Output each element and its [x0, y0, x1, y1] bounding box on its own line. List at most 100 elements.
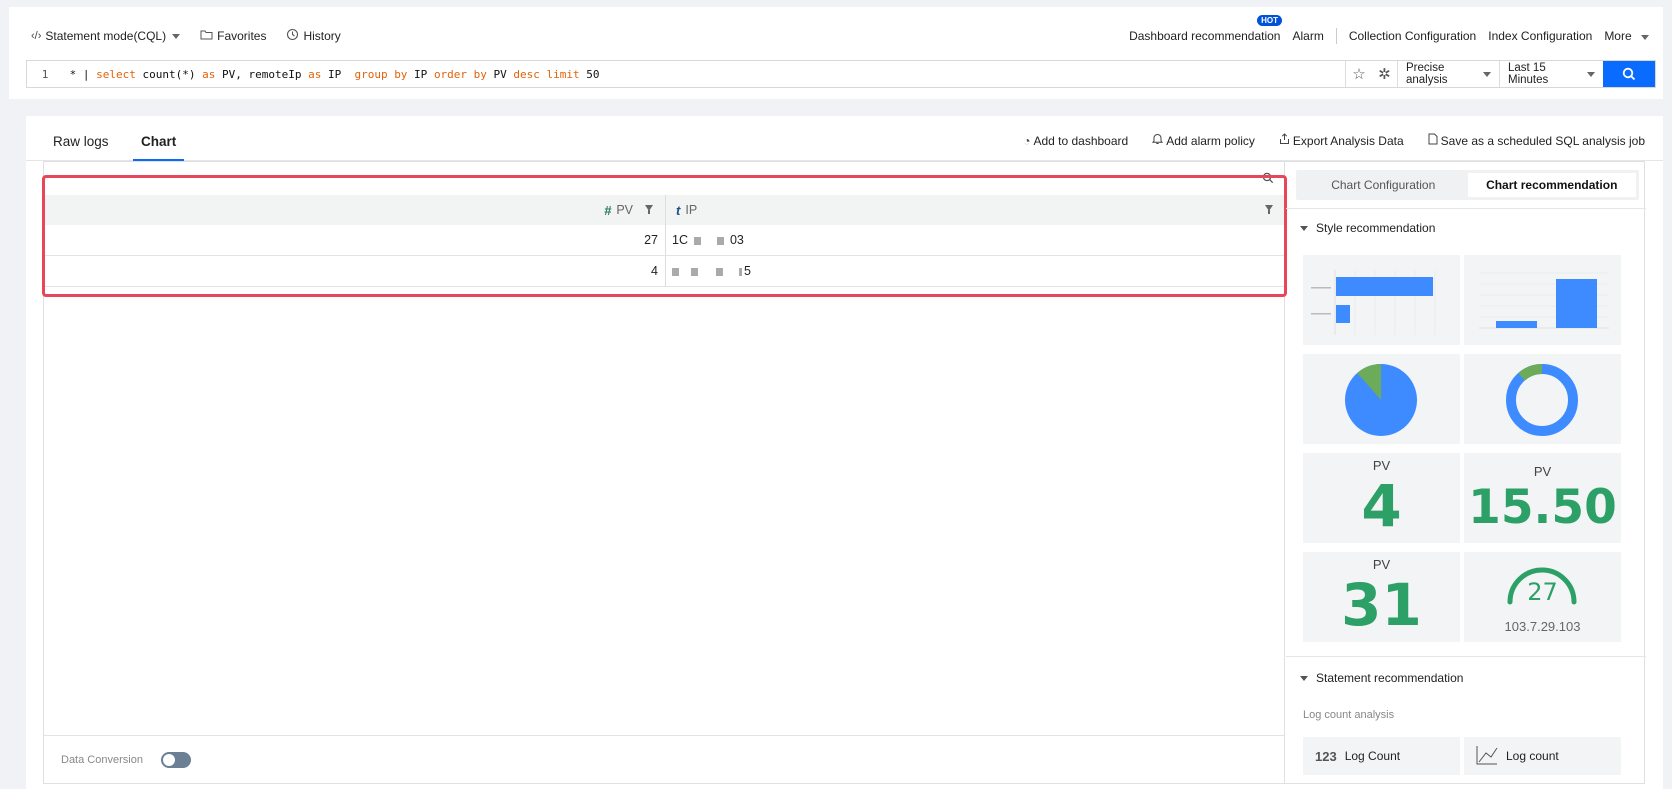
redacted-block: [716, 267, 723, 276]
column-name-ip: IP: [685, 203, 698, 217]
collapse-icon: [1300, 225, 1308, 231]
side-panel-tabs: Chart Configuration Chart recommendation: [1296, 170, 1639, 200]
add-to-dashboard-button[interactable]: ◔ Add to dashboard: [1023, 134, 1128, 148]
divider: [1286, 656, 1646, 657]
query-text: * | select count(*) as PV, remoteIp as I…: [63, 67, 600, 81]
column-header-ip[interactable]: t IP: [666, 195, 1285, 225]
redacted-block: [739, 267, 742, 276]
history-icon: [286, 28, 299, 44]
result-table-area: # PV t IP 27 1C 03 4 5 Data Conversion: [42, 162, 1287, 783]
gauge-value: 27: [1527, 578, 1558, 606]
settings-icon[interactable]: ✲: [1378, 65, 1391, 83]
add-to-dashboard-label: Add to dashboard: [1033, 133, 1129, 148]
statement-recommendation-header[interactable]: Statement recommendation: [1300, 671, 1463, 685]
style-recommendation-header[interactable]: Style recommendation: [1300, 221, 1435, 235]
data-conversion-toggle[interactable]: [160, 751, 191, 768]
table-header: # PV t IP: [44, 195, 1285, 225]
vertical-bar-chart-card[interactable]: [1464, 255, 1621, 345]
statement-mode-label: Statement mode(CQL): [45, 29, 167, 43]
export-icon: [1279, 133, 1290, 148]
search-button[interactable]: [1603, 61, 1655, 87]
vertical-bar-thumbnail: [1479, 272, 1609, 329]
code-icon: ‹/›: [31, 30, 42, 42]
time-range-value: Last 15 Minutes: [1508, 62, 1549, 86]
query-bar: 1 * | select count(*) as PV, remoteIp as…: [26, 60, 1656, 88]
chevron-down-icon: [1587, 71, 1595, 77]
save-scheduled-sql-button[interactable]: Save as a scheduled SQL analysis job: [1428, 133, 1645, 148]
metric-label: PV: [1372, 458, 1391, 473]
data-conversion-label: Data Conversion: [61, 753, 143, 766]
filter-icon[interactable]: [645, 205, 653, 214]
log-count-label: Log count: [1506, 749, 1559, 763]
star-icon[interactable]: ☆: [1352, 65, 1365, 83]
analysis-panel: Raw logs Chart ◔ Add to dashboard Add al…: [26, 116, 1663, 789]
chevron-down-icon: [1641, 35, 1649, 40]
metric-card[interactable]: PV 31: [1303, 552, 1460, 642]
donut-chart-card[interactable]: [1464, 354, 1621, 444]
chevron-down-icon: [1483, 71, 1491, 77]
alarm-link[interactable]: Alarm: [1292, 29, 1323, 43]
bell-icon: [1152, 133, 1164, 148]
chevron-down-icon: [172, 33, 181, 39]
query-editor[interactable]: 1 * | select count(*) as PV, remoteIp as…: [27, 61, 1345, 87]
redacted-block: [716, 236, 724, 245]
chart-side-panel: Chart Configuration Chart recommendation…: [1286, 162, 1646, 783]
statement-mode-dropdown[interactable]: ‹/› Statement mode(CQL): [31, 29, 181, 43]
ip-suffix: 03: [729, 233, 744, 247]
more-label: More: [1604, 29, 1632, 43]
analysis-mode-select[interactable]: Precise analysis: [1397, 61, 1499, 87]
metric-value: 31: [1341, 571, 1422, 639]
collapse-icon: [1300, 675, 1308, 681]
dashboard-recommendation-link[interactable]: Dashboard recommendation HOT: [1129, 15, 1282, 43]
filter-icon[interactable]: [1265, 205, 1273, 214]
query-icon-group: ☆ ✲: [1345, 61, 1397, 87]
more-dropdown[interactable]: More: [1604, 29, 1649, 43]
line-number: 1: [41, 67, 49, 81]
table-row[interactable]: 4 5: [44, 256, 1285, 287]
tab-chart[interactable]: Chart: [141, 134, 176, 149]
divider: [1286, 208, 1646, 209]
tab-raw-logs[interactable]: Raw logs: [53, 134, 109, 149]
chart-content: # PV t IP 27 1C 03 4 5 Data Conversion C…: [42, 161, 1646, 784]
text-type-icon: t: [676, 202, 681, 218]
history-button[interactable]: History: [286, 28, 341, 44]
toolbar-left: ‹/› Statement mode(CQL) Favorites Histor…: [31, 28, 361, 44]
log-count-analysis-label: Log count analysis: [1303, 709, 1395, 721]
add-alarm-policy-button[interactable]: Add alarm policy: [1152, 133, 1255, 148]
dashboard-icon: ◔: [1023, 133, 1031, 148]
metric-value: 15.50: [1468, 480, 1617, 535]
gauge-card[interactable]: 27 103.7.29.103: [1464, 552, 1621, 642]
dashboard-recommendation-label: Dashboard recommendation: [1129, 29, 1281, 43]
redacted-block: [693, 236, 701, 245]
tab-chart-recommendation[interactable]: Chart recommendation: [1467, 173, 1636, 197]
cell-pv: 27: [44, 225, 666, 255]
horizontal-bar-chart-card[interactable]: [1303, 255, 1460, 345]
redacted-block: [691, 267, 698, 276]
pie-thumbnail: [1345, 364, 1417, 436]
number-type-icon: #: [604, 202, 612, 218]
metric-card[interactable]: PV 4: [1303, 453, 1460, 543]
log-count-metric-card[interactable]: 123 Log Count: [1303, 737, 1460, 775]
metric-card[interactable]: PV 15.50: [1464, 453, 1621, 543]
ip-prefix: 1C: [672, 233, 688, 247]
index-configuration-link[interactable]: Index Configuration: [1488, 29, 1592, 43]
export-analysis-data-button[interactable]: Export Analysis Data: [1279, 133, 1404, 148]
metric-label: PV: [1533, 464, 1552, 479]
cell-ip: 5: [666, 256, 1285, 286]
cell-ip: 1C 03: [666, 225, 1285, 255]
collection-configuration-link[interactable]: Collection Configuration: [1349, 29, 1476, 43]
search-icon: [1622, 67, 1636, 81]
time-range-select[interactable]: Last 15 Minutes: [1499, 61, 1603, 87]
column-header-pv[interactable]: # PV: [44, 195, 666, 225]
metric-label: PV: [1372, 557, 1391, 572]
statement-recommendation-label: Statement recommendation: [1316, 671, 1464, 685]
pie-chart-card[interactable]: [1303, 354, 1460, 444]
log-count-line-card[interactable]: Log count: [1464, 737, 1621, 775]
metric-value: 4: [1361, 472, 1402, 540]
table-search-icon[interactable]: [1262, 172, 1274, 187]
toolbar-right: Dashboard recommendation HOT Alarm Colle…: [1117, 15, 1649, 44]
table-row[interactable]: 27 1C 03: [44, 225, 1285, 256]
tab-chart-configuration[interactable]: Chart Configuration: [1299, 173, 1468, 197]
favorites-button[interactable]: Favorites: [200, 29, 266, 43]
document-icon: [1428, 133, 1438, 148]
